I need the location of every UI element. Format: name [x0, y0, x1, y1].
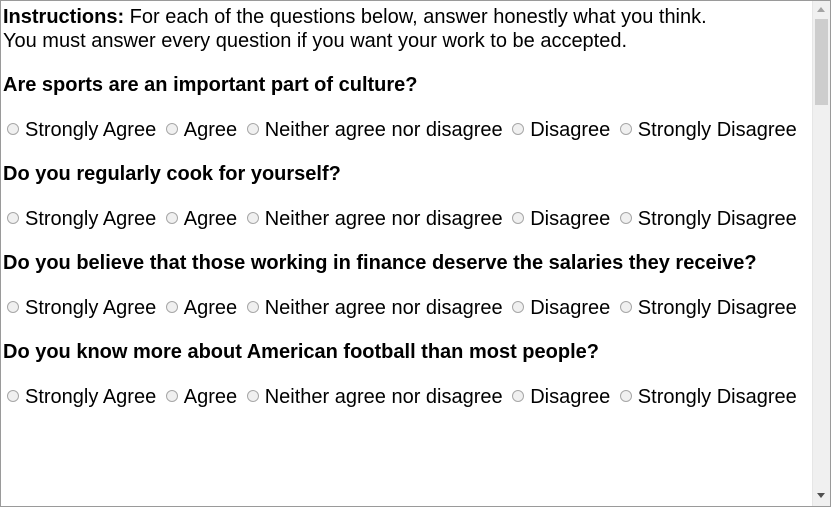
q2-strongly-agree-label: Strongly Agree [25, 208, 157, 230]
q3-disagree-radio[interactable] [512, 301, 525, 314]
q3-strongly-disagree-label: Strongly Disagree [637, 297, 797, 319]
question-2: Do you regularly cook for yourself? [3, 163, 341, 185]
q2-strongly-disagree-radio[interactable] [619, 212, 632, 225]
q3-neither-label: Neither agree nor disagree [264, 297, 503, 319]
q4-disagree-radio[interactable] [512, 390, 525, 403]
question-4: Do you know more about American football… [3, 341, 599, 363]
q2-neither-radio[interactable] [246, 212, 259, 225]
survey-frame: Instructions: For each of the questions … [0, 0, 831, 507]
q2-disagree-radio[interactable] [512, 212, 525, 225]
q4-neither-label: Neither agree nor disagree [264, 386, 503, 408]
q4-agree-radio[interactable] [165, 390, 178, 403]
question-1: Are sports are an important part of cult… [3, 74, 418, 96]
scrollbar-thumb[interactable] [815, 19, 828, 105]
q3-strongly-agree-radio[interactable] [7, 301, 19, 314]
q1-agree-label: Agree [183, 119, 238, 141]
q2-strongly-agree-radio[interactable] [7, 212, 19, 225]
q4-strongly-disagree-label: Strongly Disagree [637, 386, 797, 408]
q3-agree-label: Agree [183, 297, 238, 319]
q2-agree-label: Agree [183, 208, 238, 230]
q2-agree-radio[interactable] [165, 212, 178, 225]
q3-neither-radio[interactable] [246, 301, 259, 314]
q3-disagree-label: Disagree [530, 297, 611, 319]
q1-neither-radio[interactable] [246, 123, 259, 136]
q1-neither-label: Neither agree nor disagree [264, 119, 503, 141]
q1-strongly-disagree-radio[interactable] [619, 123, 632, 136]
q2-neither-label: Neither agree nor disagree [264, 208, 503, 230]
q4-disagree-label: Disagree [530, 386, 611, 408]
q1-strongly-agree-radio[interactable] [7, 123, 19, 136]
q1-agree-radio[interactable] [165, 123, 178, 136]
q1-strongly-disagree-label: Strongly Disagree [637, 119, 797, 141]
instructions-label: Instructions: [3, 6, 125, 28]
q3-strongly-disagree-radio[interactable] [619, 301, 632, 314]
question-3: Do you believe that those working in fin… [3, 252, 757, 274]
instructions-line2: You must answer every question if you wa… [3, 30, 628, 52]
q4-strongly-disagree-radio[interactable] [619, 390, 632, 403]
q2-disagree-label: Disagree [530, 208, 611, 230]
instructions: Instructions: For each of the questions … [3, 5, 809, 53]
q4-strongly-agree-radio[interactable] [7, 390, 19, 403]
survey-content: Instructions: For each of the questions … [3, 5, 809, 429]
vertical-scrollbar[interactable] [812, 1, 830, 506]
q1-disagree-label: Disagree [530, 119, 611, 141]
q2-strongly-disagree-label: Strongly Disagree [637, 208, 797, 230]
question-4-options: Strongly Agree Agree Neither agree nor d… [3, 385, 809, 409]
question-1-options: Strongly Agree Agree Neither agree nor d… [3, 118, 809, 142]
question-3-options: Strongly Agree Agree Neither agree nor d… [3, 296, 809, 320]
q4-neither-radio[interactable] [246, 390, 259, 403]
q1-disagree-radio[interactable] [512, 123, 525, 136]
scroll-down-arrow-icon[interactable] [817, 493, 825, 498]
question-2-options: Strongly Agree Agree Neither agree nor d… [3, 207, 809, 231]
q4-agree-label: Agree [183, 386, 238, 408]
q1-strongly-agree-label: Strongly Agree [25, 119, 157, 141]
q3-strongly-agree-label: Strongly Agree [25, 297, 157, 319]
q4-strongly-agree-label: Strongly Agree [25, 386, 157, 408]
q3-agree-radio[interactable] [165, 301, 178, 314]
scroll-up-arrow-icon[interactable] [817, 7, 825, 12]
instructions-line1: For each of the questions below, answer … [124, 6, 707, 28]
